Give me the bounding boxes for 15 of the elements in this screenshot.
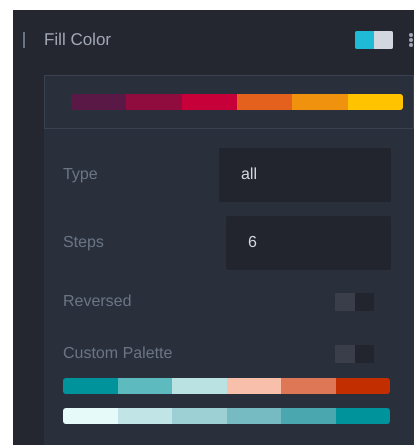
visibility-toggle[interactable] [355, 31, 393, 49]
more-icon[interactable] [408, 32, 414, 48]
color-palette-bar[interactable] [63, 408, 390, 424]
field-label: Type [63, 165, 99, 185]
field-label: Steps [63, 233, 105, 253]
drag-handle-icon[interactable] [23, 32, 25, 48]
switch-label: Custom Palette [63, 344, 174, 364]
toggle-switch[interactable] [335, 345, 374, 363]
input-field[interactable]: all [219, 148, 391, 202]
panel-title: Fill Color [44, 29, 112, 52]
input-field[interactable]: 6 [226, 216, 391, 270]
toggle-switch[interactable] [335, 293, 374, 311]
color-palette-bar[interactable] [63, 378, 390, 394]
switch-label: Reversed [63, 292, 132, 312]
palette-selector[interactable] [44, 75, 414, 129]
